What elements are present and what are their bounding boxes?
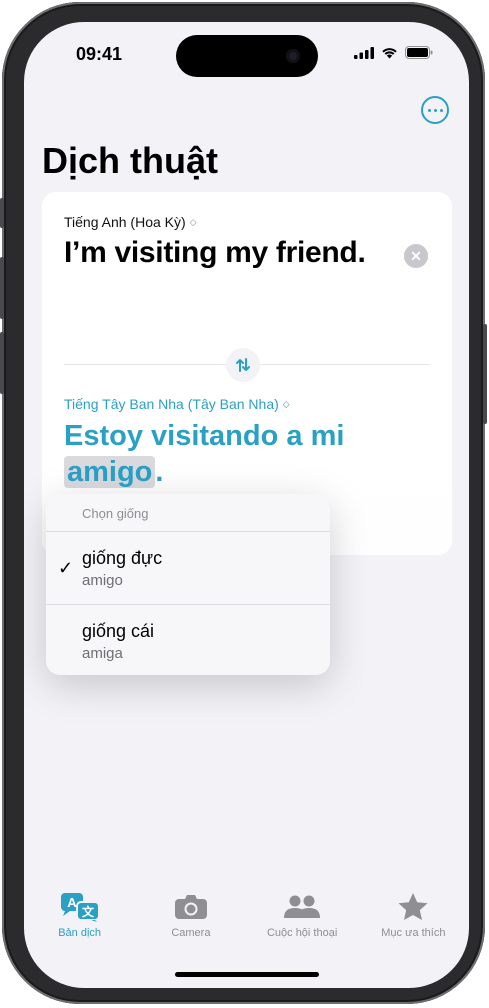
people-icon <box>284 895 321 918</box>
camera-icon <box>174 895 207 919</box>
svg-text:文: 文 <box>82 904 95 919</box>
chevron-updown-icon: ◇ <box>282 398 290 409</box>
gender-option-label: giống cái <box>82 621 155 641</box>
source-language-selector[interactable]: Tiếng Anh (Hoa Kỳ) ◇ <box>64 214 197 230</box>
screen: 09:41 Dịch thuật Tiếng Anh (Hoa Kỳ) ◇ I’… <box>24 22 469 988</box>
side-button <box>483 324 487 424</box>
phone-frame: 09:41 Dịch thuật Tiếng Anh (Hoa Kỳ) ◇ I’… <box>0 2 487 1004</box>
gender-menu: Chọn giống ✓ giống đực amigo giống cái a… <box>46 494 330 675</box>
more-options-button[interactable] <box>421 96 449 124</box>
gender-menu-title: Chọn giống <box>46 494 330 532</box>
battery-icon <box>405 46 433 59</box>
tab-translation[interactable]: A 文 Bản dịch <box>24 892 135 952</box>
tab-conversation[interactable]: Cuộc hội thoại <box>247 892 358 952</box>
status-icons <box>354 46 433 59</box>
tab-label: Cuộc hội thoại <box>266 927 338 939</box>
checkmark-icon: ✓ <box>58 558 74 578</box>
chevron-updown-icon: ◇ <box>189 216 197 227</box>
target-language-label: Tiếng Tây Ban Nha (Tây Ban Nha) <box>64 396 279 412</box>
tab-camera[interactable]: Camera <box>135 892 246 952</box>
ellipsis-dot <box>433 108 437 112</box>
clear-button[interactable]: ✕ <box>404 244 428 268</box>
dynamic-island <box>176 35 318 77</box>
swap-arrows-icon <box>236 358 250 372</box>
tab-label: Mục ưa thích <box>381 927 446 939</box>
gender-option-masculine[interactable]: ✓ giống đực amigo <box>46 532 330 605</box>
close-icon: ✕ <box>410 248 422 264</box>
ellipsis-dot <box>439 108 443 112</box>
action-button <box>0 198 4 228</box>
tab-label: Camera <box>171 927 211 939</box>
home-indicator[interactable] <box>175 972 319 977</box>
swap-languages-button[interactable] <box>226 348 260 382</box>
ellipsis-dot <box>427 108 431 112</box>
source-language-label: Tiếng Anh (Hoa Kỳ) <box>64 214 186 230</box>
front-camera <box>286 49 300 63</box>
target-language-selector[interactable]: Tiếng Tây Ban Nha (Tây Ban Nha) ◇ <box>64 396 290 412</box>
star-icon <box>398 893 428 920</box>
translated-text-part: Estoy visitando a mi <box>64 420 345 452</box>
cellular-signal-icon <box>354 46 374 59</box>
translate-icon: A 文 <box>60 893 100 922</box>
volume-down-button <box>0 332 4 394</box>
source-text[interactable]: I’m visiting my friend. <box>64 236 366 270</box>
tab-label: Bản dịch <box>58 927 102 939</box>
gender-option-example: amigo <box>82 572 123 589</box>
gender-option-feminine[interactable]: giống cái amiga <box>46 605 330 675</box>
volume-up-button <box>0 257 4 319</box>
tab-bar: A 文 Bản dịch Camera Cuộc hội thoại Mục ư… <box>24 892 469 952</box>
gender-option-example: amiga <box>82 645 123 662</box>
svg-text:A: A <box>67 895 77 910</box>
wifi-icon <box>382 47 397 58</box>
status-time: 09:41 <box>76 44 123 64</box>
page-title: Dịch thuật <box>42 140 218 181</box>
gender-option-label: giống đực <box>82 548 163 568</box>
tab-favorites[interactable]: Mục ưa thích <box>358 892 469 952</box>
